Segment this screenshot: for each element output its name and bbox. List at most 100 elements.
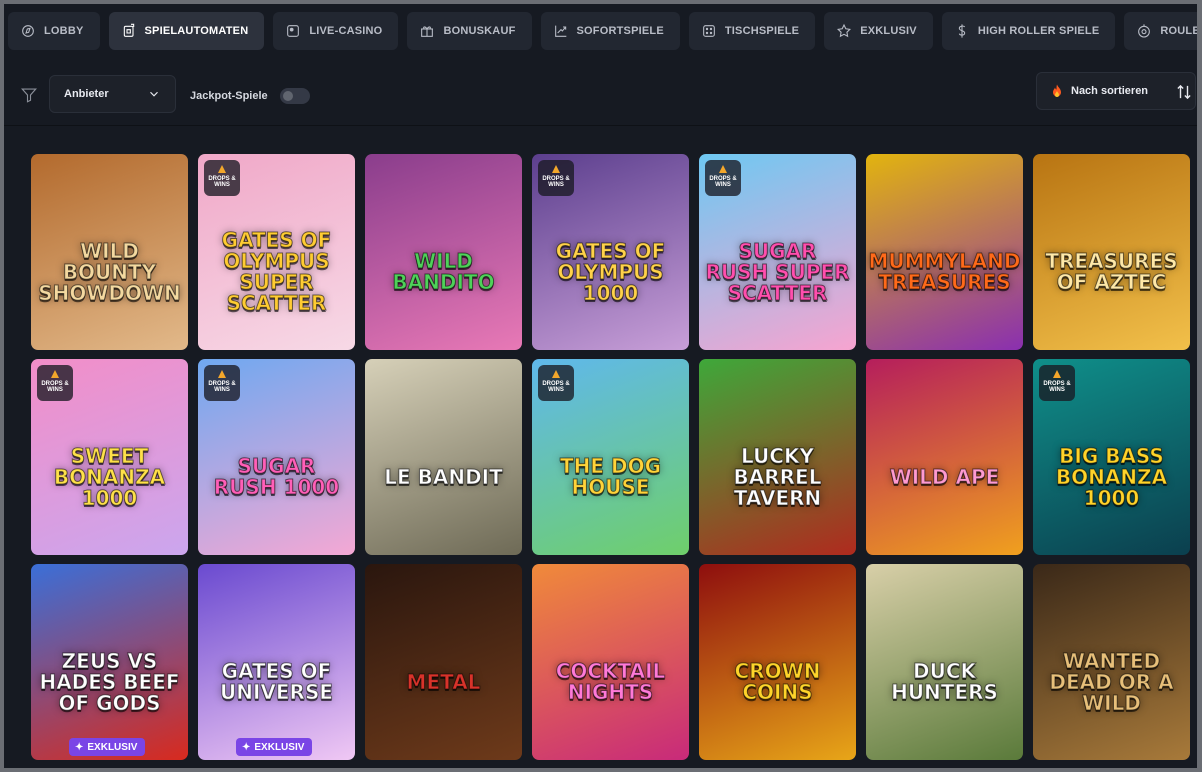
game-tile[interactable]: MUMMYLAND TREASURES xyxy=(866,154,1023,350)
game-title: BIG BASS BONANZA 1000 xyxy=(1055,443,1168,510)
game-title: METAL xyxy=(406,669,481,694)
game-title: GATES OF OLYMPUS 1000 xyxy=(555,238,666,305)
dice-icon xyxy=(703,25,715,37)
game-title: ZEUS VS HADES BEEF OF GODS xyxy=(39,648,180,715)
tab-exklusiv[interactable]: EXKLUSIV xyxy=(824,12,933,50)
drops-wins-badge: DROPS & WINS xyxy=(538,365,574,401)
game-title: TREASURES OF AZTEC xyxy=(1045,249,1178,294)
drops-wins-badge: DROPS & WINS xyxy=(1039,365,1075,401)
game-tile[interactable]: BIG BASS BONANZA 1000 DROPS & WINS xyxy=(1033,359,1190,555)
tab-label: BONUSKAUF xyxy=(443,25,516,37)
tab-sofortspiele[interactable]: SOFORTSPIELE xyxy=(540,12,680,50)
game-tile[interactable]: WILD BOUNTY SHOWDOWN xyxy=(31,154,188,350)
provider-dropdown-label: Anbieter xyxy=(64,88,109,100)
game-tile[interactable]: DUCK HUNTERS xyxy=(866,564,1023,760)
game-title: GATES OF UNIVERSE xyxy=(219,659,334,704)
dollar-icon xyxy=(958,24,966,38)
tab-label: ROULETTE xyxy=(1160,25,1197,37)
tab-label: SPIELAUTOMATEN xyxy=(144,25,249,37)
game-artwork xyxy=(365,359,522,555)
game-title: LUCKY BARREL TAVERN xyxy=(733,443,822,510)
jackpot-toggle[interactable] xyxy=(279,88,310,104)
game-tile[interactable]: ZEUS VS HADES BEEF OF GODS ✦ EXKLUSIV xyxy=(31,564,188,760)
game-tile[interactable]: COCKTAIL NIGHTS xyxy=(532,564,689,760)
game-tile[interactable]: LE BANDIT xyxy=(365,359,522,555)
game-title: MUMMYLAND TREASURES xyxy=(868,249,1021,294)
live-casino-icon xyxy=(287,25,300,37)
sparkle-icon: ✦ xyxy=(242,741,251,753)
filter-icon[interactable] xyxy=(20,86,38,104)
game-title: LE BANDIT xyxy=(384,464,504,489)
tab-live-casino[interactable]: LIVE-CASINO xyxy=(273,12,399,50)
game-tile[interactable]: CROWN COINS xyxy=(699,564,856,760)
drops-wins-badge: DROPS & WINS xyxy=(705,160,741,196)
tab-roulette[interactable]: ROULETTE xyxy=(1124,12,1197,50)
casino-page: LOBBY SPIELAUTOMATEN LIVE-CASINO BONUSKAUF S… xyxy=(4,4,1197,768)
star-icon xyxy=(837,23,852,38)
game-tile[interactable]: WILD APE xyxy=(866,359,1023,555)
fire-icon xyxy=(1053,84,1061,97)
game-tile[interactable]: SWEET BONANZA 1000 DROPS & WINS xyxy=(31,359,188,555)
game-artwork xyxy=(866,359,1023,555)
exclusive-badge: ✦ EXKLUSIV xyxy=(69,738,146,756)
game-tile[interactable]: TREASURES OF AZTEC xyxy=(1033,154,1190,350)
drops-wins-badge: DROPS & WINS xyxy=(204,365,240,401)
game-grid: WILD BOUNTY SHOWDOWN GATES OF OLYMPUS SUP… xyxy=(31,154,1190,760)
jackpot-filter: Jackpot-Spiele xyxy=(190,88,310,104)
sort-arrows-icon xyxy=(1177,84,1191,100)
game-tile[interactable]: GATES OF OLYMPUS 1000 DROPS & WINS xyxy=(532,154,689,350)
sort-dropdown[interactable]: Nach sortieren xyxy=(1036,72,1196,110)
tab-high-roller-spiele[interactable]: HIGH ROLLER SPIELE xyxy=(941,12,1116,50)
tab-label: TISCHSPIELE xyxy=(724,25,800,37)
drops-wins-badge: DROPS & WINS xyxy=(204,160,240,196)
game-tile[interactable]: METAL xyxy=(365,564,522,760)
filter-bar: Anbieter Jackpot-Spiele Nach sortieren xyxy=(4,66,1197,126)
tab-label: LIVE-CASINO xyxy=(309,25,383,37)
tab-spielautomaten[interactable]: SPIELAUTOMATEN xyxy=(108,12,265,50)
game-title: COCKTAIL NIGHTS xyxy=(555,659,666,704)
game-tile[interactable]: SUGAR RUSH 1000 DROPS & WINS xyxy=(198,359,355,555)
game-title: WILD BOUNTY SHOWDOWN xyxy=(38,238,182,305)
tab-tischspiele[interactable]: TISCHSPIELE xyxy=(688,12,816,50)
tab-bonuskauf[interactable]: BONUSKAUF xyxy=(407,12,532,50)
game-title: SUGAR RUSH 1000 xyxy=(213,454,340,499)
game-tile[interactable]: WANTED DEAD OR A WILD xyxy=(1033,564,1190,760)
game-title: CROWN COINS xyxy=(734,659,821,704)
game-title: SWEET BONANZA 1000 xyxy=(53,443,166,510)
exclusive-badge: ✦ EXKLUSIV xyxy=(236,738,313,756)
sparkle-icon: ✦ xyxy=(75,741,84,753)
slot-machine-icon xyxy=(123,23,134,37)
game-artwork xyxy=(365,564,522,760)
category-tabs: LOBBY SPIELAUTOMATEN LIVE-CASINO BONUSKAUF S… xyxy=(8,12,1197,50)
chevron-down-icon xyxy=(150,91,158,97)
tab-label: EXKLUSIV xyxy=(860,25,917,37)
game-tile[interactable]: SUGAR RUSH SUPER SCATTER DROPS & WINS xyxy=(699,154,856,350)
roulette-icon xyxy=(1138,24,1151,38)
jackpot-label: Jackpot-Spiele xyxy=(190,90,268,102)
tab-label: LOBBY xyxy=(44,25,84,37)
game-tile[interactable]: LUCKY BARREL TAVERN xyxy=(699,359,856,555)
gift-icon xyxy=(421,26,434,37)
provider-dropdown[interactable]: Anbieter xyxy=(49,75,176,113)
game-title: GATES OF OLYMPUS SUPER SCATTER xyxy=(221,228,332,315)
game-title: WILD BANDITO xyxy=(392,249,495,294)
trend-arrow-icon xyxy=(554,25,566,37)
exclusive-label: EXKLUSIV xyxy=(254,741,305,753)
game-tile[interactable]: WILD BANDITO xyxy=(365,154,522,350)
tab-label: SOFORTSPIELE xyxy=(576,25,664,37)
tab-lobby[interactable]: LOBBY xyxy=(8,12,100,50)
drops-wins-badge: DROPS & WINS xyxy=(538,160,574,196)
lobby-icon xyxy=(22,25,34,37)
game-title: THE DOG HOUSE xyxy=(559,454,662,499)
drops-wins-badge: DROPS & WINS xyxy=(37,365,73,401)
exclusive-label: EXKLUSIV xyxy=(87,741,138,753)
game-title: WILD APE xyxy=(889,464,1000,489)
game-tile[interactable]: GATES OF UNIVERSE ✦ EXKLUSIV xyxy=(198,564,355,760)
game-title: SUGAR RUSH SUPER SCATTER xyxy=(705,238,850,305)
game-title: WANTED DEAD OR A WILD xyxy=(1049,648,1174,715)
tab-label: HIGH ROLLER SPIELE xyxy=(977,25,1100,37)
game-tile[interactable]: THE DOG HOUSE DROPS & WINS xyxy=(532,359,689,555)
sort-label: Nach sortieren xyxy=(1071,85,1149,97)
game-tile[interactable]: GATES OF OLYMPUS SUPER SCATTER DROPS & WI… xyxy=(198,154,355,350)
game-title: DUCK HUNTERS xyxy=(891,659,999,704)
